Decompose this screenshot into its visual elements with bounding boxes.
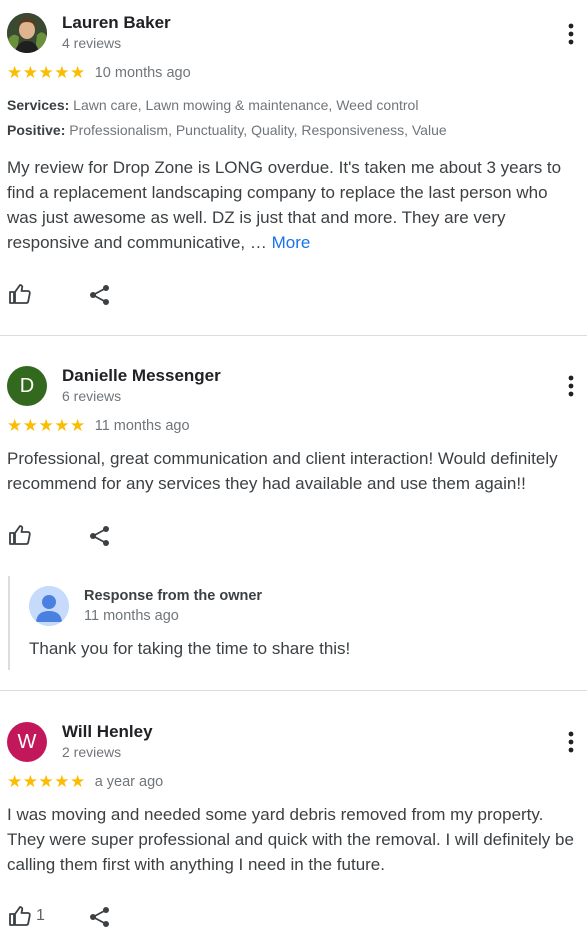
thumb-up-icon bbox=[9, 525, 31, 545]
more-options-button[interactable] bbox=[561, 21, 581, 47]
avatar[interactable]: W bbox=[7, 722, 47, 762]
services-label: Services: bbox=[7, 97, 70, 113]
person-icon bbox=[29, 586, 69, 626]
review-time: 10 months ago bbox=[94, 64, 191, 81]
thumb-up-icon bbox=[9, 284, 31, 304]
share-icon bbox=[90, 526, 109, 546]
positive-label: Positive: bbox=[7, 122, 66, 138]
rating-row: ★★★★★ 10 months ago bbox=[7, 64, 191, 81]
reviewer-review-count[interactable]: 6 reviews bbox=[62, 388, 121, 404]
owner-response-border bbox=[8, 576, 10, 670]
positive-value: Professionalism, Punctuality, Quality, R… bbox=[69, 122, 447, 138]
share-button[interactable] bbox=[89, 284, 111, 306]
owner-response-text: Thank you for taking the time to share t… bbox=[29, 639, 351, 658]
like-count: 1 bbox=[36, 907, 45, 924]
avatar[interactable]: D bbox=[7, 366, 47, 406]
share-icon bbox=[90, 285, 109, 305]
like-button[interactable]: 1 bbox=[8, 904, 45, 928]
owner-response-time: 11 months ago bbox=[84, 608, 179, 624]
reviewer-name[interactable]: Danielle Messenger bbox=[62, 366, 221, 386]
review-text: Professional, great communication and cl… bbox=[7, 449, 558, 493]
owner-avatar bbox=[29, 586, 69, 626]
review-text: I was moving and needed some yard debris… bbox=[7, 805, 574, 874]
thumb-up-icon bbox=[9, 906, 31, 926]
avatar[interactable] bbox=[7, 13, 47, 53]
more-vert-icon bbox=[568, 731, 574, 753]
review-time: 11 months ago bbox=[94, 417, 190, 434]
star-rating: ★★★★★ bbox=[7, 416, 86, 435]
divider bbox=[0, 690, 587, 691]
review-text: My review for Drop Zone is LONG overdue.… bbox=[7, 155, 582, 255]
owner-response-title: Response from the owner bbox=[84, 588, 263, 604]
like-button[interactable] bbox=[8, 523, 32, 547]
share-icon bbox=[90, 907, 109, 927]
positive-attribute: Positive: Professionalism, Punctuality, … bbox=[7, 122, 447, 138]
rating-row: ★★★★★ 11 months ago bbox=[7, 417, 190, 434]
rating-row: ★★★★★ a year ago bbox=[7, 773, 163, 790]
services-value: Lawn care, Lawn mowing & maintenance, We… bbox=[73, 97, 419, 113]
reviewer-name[interactable]: Lauren Baker bbox=[62, 13, 171, 33]
star-rating: ★★★★★ bbox=[7, 772, 86, 791]
more-vert-icon bbox=[568, 375, 574, 397]
more-link[interactable]: More bbox=[272, 233, 311, 252]
share-button[interactable] bbox=[89, 906, 111, 928]
share-button[interactable] bbox=[89, 525, 111, 547]
like-button[interactable] bbox=[8, 282, 32, 306]
divider bbox=[0, 335, 587, 336]
more-vert-icon bbox=[568, 23, 574, 45]
services-attribute: Services: Lawn care, Lawn mowing & maint… bbox=[7, 97, 418, 113]
review-time: a year ago bbox=[94, 773, 164, 790]
star-rating: ★★★★★ bbox=[7, 63, 86, 82]
more-options-button[interactable] bbox=[561, 729, 581, 755]
more-options-button[interactable] bbox=[561, 373, 581, 399]
reviewer-review-count[interactable]: 2 reviews bbox=[62, 744, 121, 760]
reviewer-name[interactable]: Will Henley bbox=[62, 722, 153, 742]
reviewer-review-count[interactable]: 4 reviews bbox=[62, 35, 121, 51]
